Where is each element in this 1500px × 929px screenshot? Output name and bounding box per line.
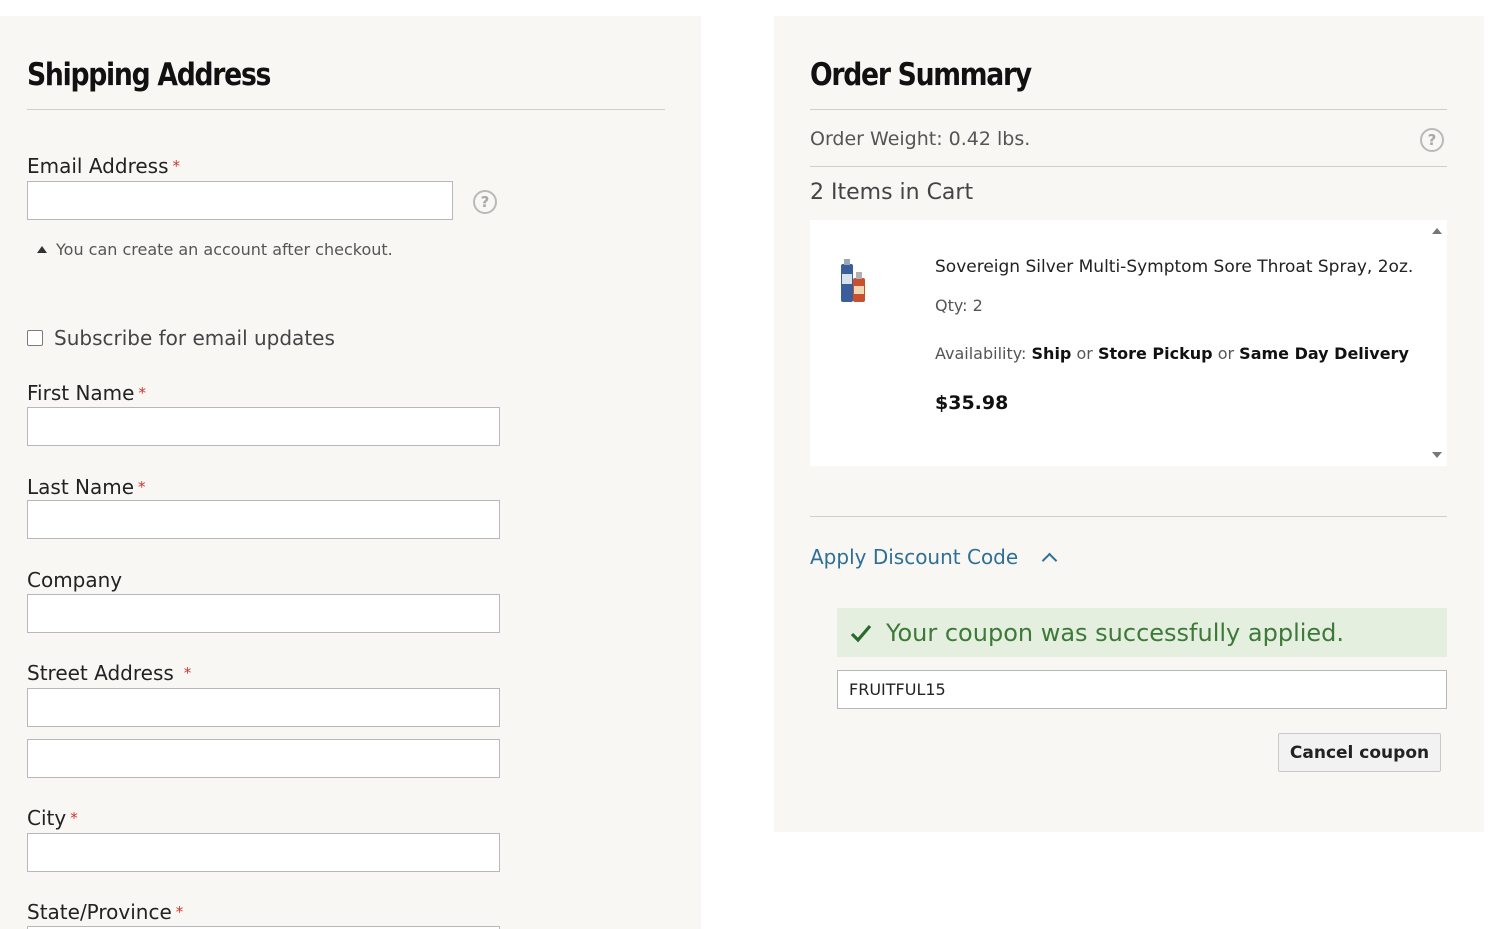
apply-discount-code-toggle[interactable]: Apply Discount Code	[810, 545, 1058, 569]
street-address-label: Street Address *	[27, 661, 192, 685]
order-summary-title: Order Summary	[810, 57, 1032, 93]
last-name-label: Last Name *	[27, 475, 146, 499]
product-image[interactable]	[838, 258, 868, 304]
item-name: Sovereign Silver Multi-Symptom Sore Thro…	[935, 257, 1414, 277]
email-label: Email Address *	[27, 154, 180, 178]
scroll-up-icon[interactable]	[1432, 228, 1442, 234]
shipping-address-title: Shipping Address	[27, 57, 271, 93]
shipping-address-panel: Shipping Address Email Address * ? You ca…	[0, 16, 701, 929]
subscribe-row[interactable]: Subscribe for email updates	[27, 326, 335, 350]
email-input[interactable]	[27, 181, 453, 220]
subscribe-checkbox[interactable]	[27, 330, 43, 346]
scroll-down-icon[interactable]	[1432, 452, 1442, 458]
city-input[interactable]	[27, 833, 500, 872]
cart-items-list[interactable]: Sovereign Silver Multi-Symptom Sore Thro…	[810, 220, 1447, 466]
weight-divider	[810, 166, 1447, 167]
items-in-cart: 2 Items in Cart	[810, 180, 974, 205]
company-label: Company	[27, 568, 123, 592]
order-weight-help-icon[interactable]: ?	[1420, 128, 1444, 152]
state-province-label: State/Province *	[27, 900, 184, 924]
cancel-coupon-button[interactable]: Cancel coupon	[1278, 733, 1441, 772]
order-weight: Order Weight: 0.42 lbs.	[810, 128, 1031, 150]
last-name-input[interactable]	[27, 500, 500, 539]
coupon-success-text: Your coupon was successfully applied.	[886, 618, 1345, 647]
order-summary-panel: Order Summary Order Weight: 0.42 lbs. ? …	[774, 16, 1484, 832]
item-availability: Availability: Ship or Store Pickup or Sa…	[935, 344, 1409, 363]
apply-discount-code-label: Apply Discount Code	[810, 545, 1019, 569]
subscribe-label: Subscribe for email updates	[54, 326, 335, 350]
street-address-line2-input[interactable]	[27, 739, 500, 778]
first-name-input[interactable]	[27, 407, 500, 446]
city-label: City *	[27, 806, 78, 830]
coupon-success-message: Your coupon was successfully applied.	[837, 608, 1447, 657]
company-input[interactable]	[27, 594, 500, 633]
email-help-icon[interactable]: ?	[473, 190, 497, 214]
chevron-up-icon	[1041, 552, 1058, 568]
street-address-line1-input[interactable]	[27, 688, 500, 727]
caret-up-icon	[37, 246, 47, 253]
first-name-label: First Name *	[27, 381, 146, 405]
discount-code-input[interactable]	[837, 670, 1447, 709]
account-note: You can create an account after checkout…	[37, 240, 393, 259]
check-icon	[850, 624, 872, 642]
item-quantity: Qty: 2	[935, 296, 983, 315]
title-divider	[810, 109, 1447, 110]
title-divider	[27, 109, 665, 110]
item-price: $35.98	[935, 392, 1009, 414]
discount-divider	[810, 516, 1447, 517]
